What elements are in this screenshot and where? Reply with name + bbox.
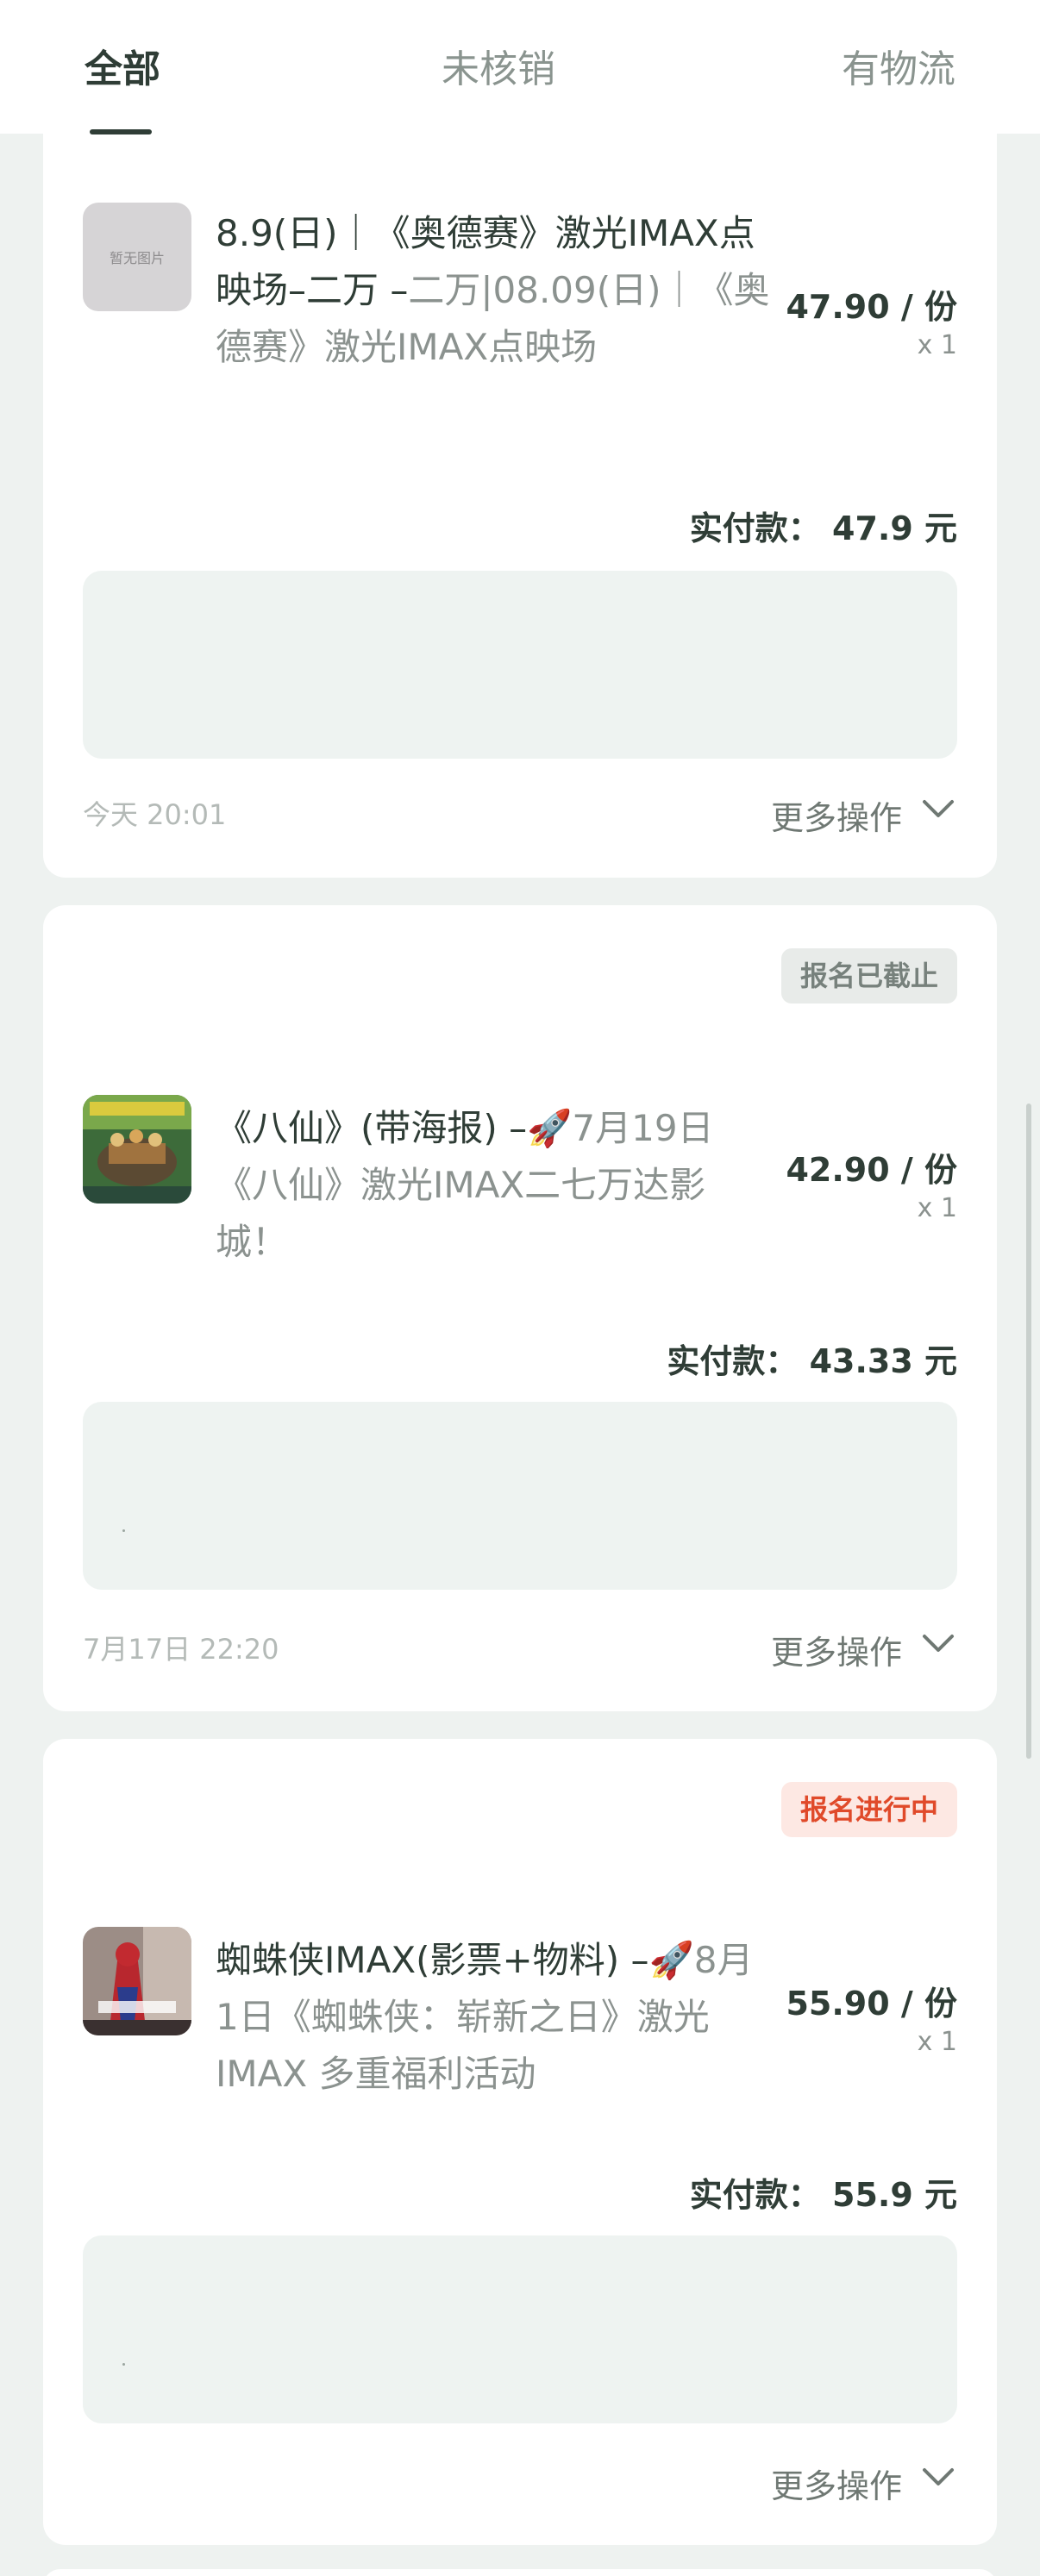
tab-logistics[interactable]: 有物流 xyxy=(842,38,955,93)
placeholder-text: 暂无图片 xyxy=(109,250,165,266)
paid-label: 实付款： xyxy=(689,510,821,547)
decorative-dot xyxy=(122,2363,125,2366)
product-title[interactable]: 8.9(日)｜《奥德赛》激光IMAX点映场–二万 –二万|08.09(日)｜《奥… xyxy=(216,205,776,376)
paid-amount: 实付款： 47.9 元 xyxy=(690,502,957,549)
paid-amount: 实付款： 55.9 元 xyxy=(690,2168,957,2216)
product-thumbnail-placeholder: 暂无图片 xyxy=(83,203,191,311)
order-info-box xyxy=(83,2235,957,2423)
tab-bar: 全部 未核销 有物流 xyxy=(0,0,1040,134)
quantity: x 1 xyxy=(917,1193,957,1223)
product-title-main: 《八仙》(带海报) –🚀 xyxy=(216,1107,573,1149)
order-card[interactable]: 报名已截止 《八仙》(带海报) –🚀7月19日《八仙》激光IMAX二七万达影城！… xyxy=(43,905,997,1711)
unit-price: 55.90 / 份 xyxy=(786,1985,957,2023)
order-info-box xyxy=(83,571,957,759)
scrollbar[interactable] xyxy=(1026,1104,1031,1759)
chevron-down-icon[interactable] xyxy=(921,797,955,821)
order-card[interactable]: 报名进行中 蜘蛛侠IMAX(影票+物料) –🚀8月1日《蜘蛛侠：崭新之日》激光I… xyxy=(43,1739,997,2545)
product-title-main: 蜘蛛侠IMAX(影票+物料) –🚀 xyxy=(216,1939,694,1981)
paid-value: 43.33 元 xyxy=(809,1342,957,1380)
product-title[interactable]: 《八仙》(带海报) –🚀7月19日《八仙》激光IMAX二七万达影城！ xyxy=(216,1100,776,1271)
chevron-down-icon[interactable] xyxy=(921,2465,955,2489)
decorative-dot xyxy=(122,1529,125,1532)
unit-price: 42.90 / 份 xyxy=(786,1151,957,1189)
more-actions-button[interactable]: 更多操作 xyxy=(771,1626,902,1673)
paid-label: 实付款： xyxy=(667,1342,799,1380)
status-badge: 报名进行中 xyxy=(780,1782,957,1837)
chevron-down-icon[interactable] xyxy=(921,1631,955,1655)
more-actions-button[interactable]: 更多操作 xyxy=(771,791,902,839)
orders-page: 全部 未核销 有物流 暂无图片 8.9(日)｜《奥德赛》激光IMAX点映场–二万… xyxy=(0,0,1040,2576)
tab-all[interactable]: 全部 xyxy=(85,38,160,93)
paid-amount: 实付款： 43.33 元 xyxy=(667,1335,957,1382)
order-card[interactable]: 暂无图片 8.9(日)｜《奥德赛》激光IMAX点映场–二万 –二万|08.09(… xyxy=(43,52,997,878)
status-badge: 报名已截止 xyxy=(780,948,957,1004)
product-title[interactable]: 蜘蛛侠IMAX(影票+物料) –🚀8月1日《蜘蛛侠：崭新之日》激光IMAX 多重… xyxy=(216,1932,776,2103)
order-time: 今天 20:01 xyxy=(83,798,227,831)
paid-label: 实付款： xyxy=(689,2176,821,2214)
unit-price: 47.90 / 份 xyxy=(786,288,957,326)
order-time: 7月17日 22:20 xyxy=(83,1633,279,1666)
quantity: x 1 xyxy=(917,2027,957,2057)
order-card-partial xyxy=(43,2569,997,2576)
tab-unverified[interactable]: 未核销 xyxy=(442,38,555,93)
bahxian-poster-image xyxy=(83,1095,191,1204)
active-tab-indicator xyxy=(90,129,152,134)
more-actions-button[interactable]: 更多操作 xyxy=(771,2460,902,2507)
spiderman-poster-image xyxy=(83,1927,191,2035)
paid-value: 55.9 元 xyxy=(832,2176,957,2214)
paid-value: 47.9 元 xyxy=(832,510,957,547)
quantity: x 1 xyxy=(917,330,957,360)
order-info-box xyxy=(83,1402,957,1590)
